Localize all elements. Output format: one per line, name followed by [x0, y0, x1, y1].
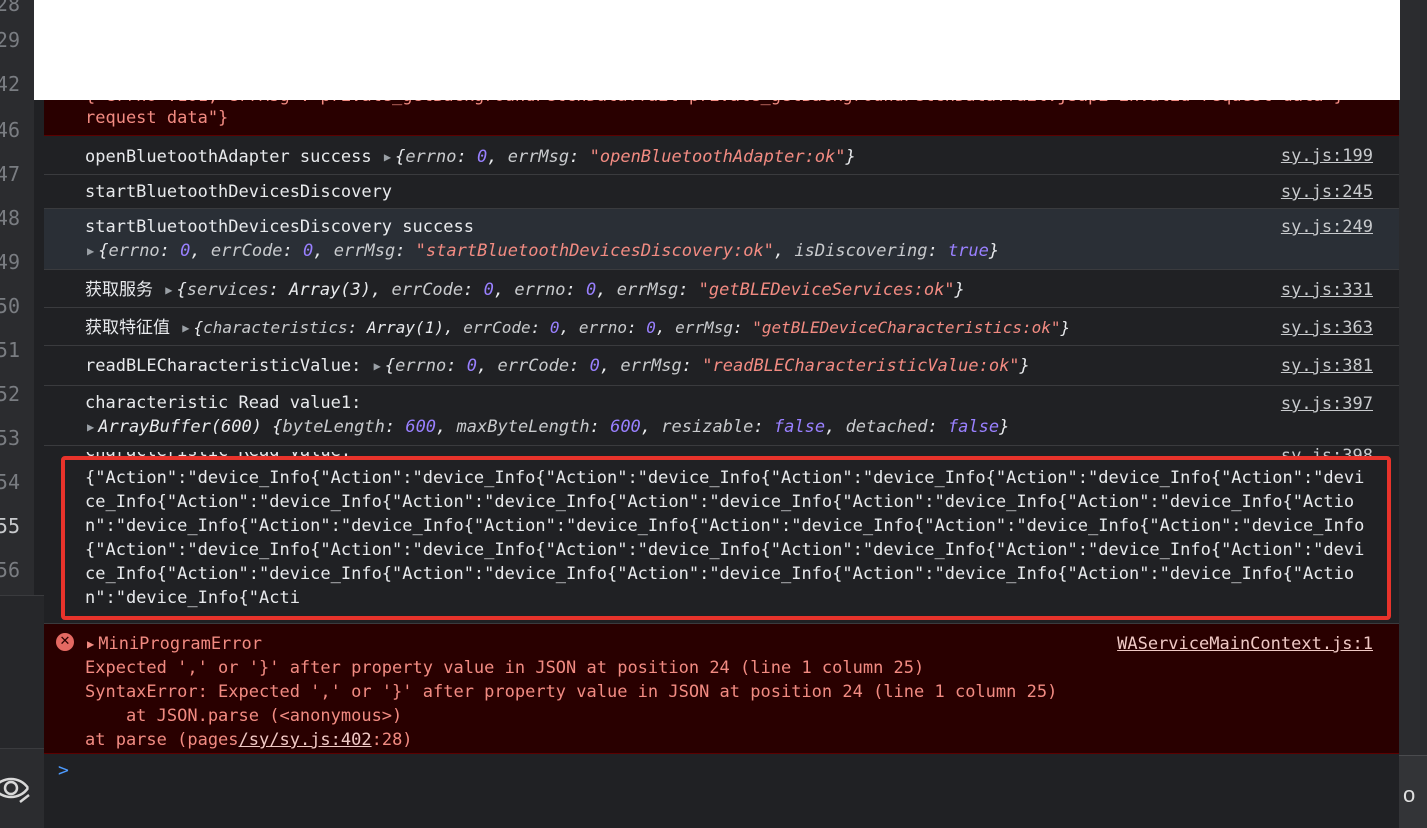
right-panel-char: o	[1403, 782, 1416, 807]
expand-triangle-icon: ▶	[87, 420, 95, 434]
gutter-panel	[0, 595, 44, 751]
source-link[interactable]: sy.js:331	[1281, 278, 1373, 302]
console-log-message: characteristic Read value1: ▶ ArrayBuffer…	[44, 386, 1399, 446]
stack-source-link[interactable]: /sy/sy.js:402	[239, 730, 372, 750]
error-line: Expected ',' or '}' after property value…	[85, 658, 925, 678]
line-number: 42	[0, 72, 20, 96]
source-link[interactable]: sy.js:245	[1281, 180, 1373, 204]
expand-triangle-icon: ▶	[87, 637, 95, 651]
line-number: 49	[0, 250, 20, 274]
console-log-message: 获取特征值 ▶ {characteristics: Array(1), errCo…	[44, 308, 1399, 346]
expand-triangle-icon: ▶	[87, 244, 95, 258]
log-text: startBluetoothDevicesDiscovery success	[85, 217, 474, 237]
source-link[interactable]: sy.js:363	[1281, 316, 1373, 340]
source-link[interactable]: sy.js:381	[1281, 354, 1373, 378]
object-preview[interactable]: {services: Array(3), errCode: 0, errno: …	[176, 280, 964, 300]
console-log-message: 获取服务 ▶ {services: Array(3), errCode: 0, e…	[44, 270, 1399, 308]
object-preview[interactable]: {characteristics: Array(1), errCode: 0, …	[193, 318, 1070, 337]
line-number: 48	[0, 206, 20, 230]
expand-triangle-icon[interactable]: ▶	[182, 321, 189, 335]
eye-icon[interactable]	[0, 771, 30, 810]
object-preview[interactable]: ▶ {errno: 0, errCode: 0, errMsg: "startBl…	[85, 239, 1373, 263]
line-number-current: 55	[0, 514, 20, 538]
blank-overlay	[34, 0, 1400, 100]
console-log-message: readBLECharacteristicValue: ▶ {errno: 0, …	[44, 346, 1399, 386]
expand-triangle-icon[interactable]: ▶	[374, 359, 381, 373]
expand-triangle-icon[interactable]: ▶	[384, 150, 391, 164]
log-text: openBluetoothAdapter success	[85, 147, 372, 167]
line-number: 51	[0, 338, 20, 362]
object-preview[interactable]: {errno: 0, errMsg: "openBluetoothAdapter…	[395, 147, 856, 167]
source-link[interactable]: WAServiceMainContext.js:1	[1117, 632, 1373, 656]
console-error-message: ▶ MiniProgramError Expected ',' or '}' af…	[44, 624, 1399, 754]
object-preview[interactable]: {errno: 0, errCode: 0, errMsg: "readBLEC…	[385, 356, 1030, 376]
line-number: 50	[0, 294, 20, 318]
right-panel-edge: o	[1399, 0, 1427, 828]
clipped-error-tail: request data"}	[85, 108, 229, 128]
object-preview[interactable]: ▶ ArrayBuffer(600) {byteLength: 600, maxB…	[85, 415, 1373, 439]
log-text: startBluetoothDevicesDiscovery	[85, 182, 393, 202]
highlight-annotation-box	[61, 456, 1391, 620]
source-link[interactable]: sy.js:249	[1281, 215, 1373, 239]
line-number: 53	[0, 426, 20, 450]
source-link[interactable]: sy.js:397	[1281, 392, 1373, 416]
log-text: 获取特征值	[85, 318, 170, 338]
console-log-message: openBluetoothAdapter success ▶ {errno: 0,…	[44, 137, 1399, 175]
error-icon: ✕	[56, 633, 74, 651]
line-number: 56	[0, 558, 20, 582]
log-text: characteristic Read value1:	[85, 393, 362, 413]
right-panel-scroll	[1399, 100, 1427, 620]
error-stack-line: at parse (pages/sy/sy.js:402:28)	[85, 730, 413, 750]
error-line: SyntaxError: Expected ',' or '}' after p…	[85, 682, 1058, 702]
line-number: 46	[0, 118, 20, 142]
log-text: 获取服务	[85, 280, 153, 300]
expand-triangle-icon[interactable]: ▶	[165, 283, 172, 297]
console-prompt[interactable]: >	[58, 760, 69, 781]
eye-toggle[interactable]	[0, 748, 44, 828]
log-text: readBLECharacteristicValue:	[85, 356, 362, 376]
line-number: 29	[0, 28, 20, 52]
console-log-message: startBluetoothDevicesDiscovery sy.js:245	[44, 175, 1399, 209]
line-number: 54	[0, 470, 20, 494]
error-stack-line: at JSON.parse (<anonymous>)	[85, 706, 403, 726]
line-number: 28	[0, 0, 20, 16]
console-log-message: startBluetoothDevicesDiscovery success ▶…	[44, 209, 1399, 270]
line-number: 52	[0, 382, 20, 406]
line-number: 47	[0, 162, 20, 186]
source-link[interactable]: sy.js:199	[1281, 144, 1373, 168]
